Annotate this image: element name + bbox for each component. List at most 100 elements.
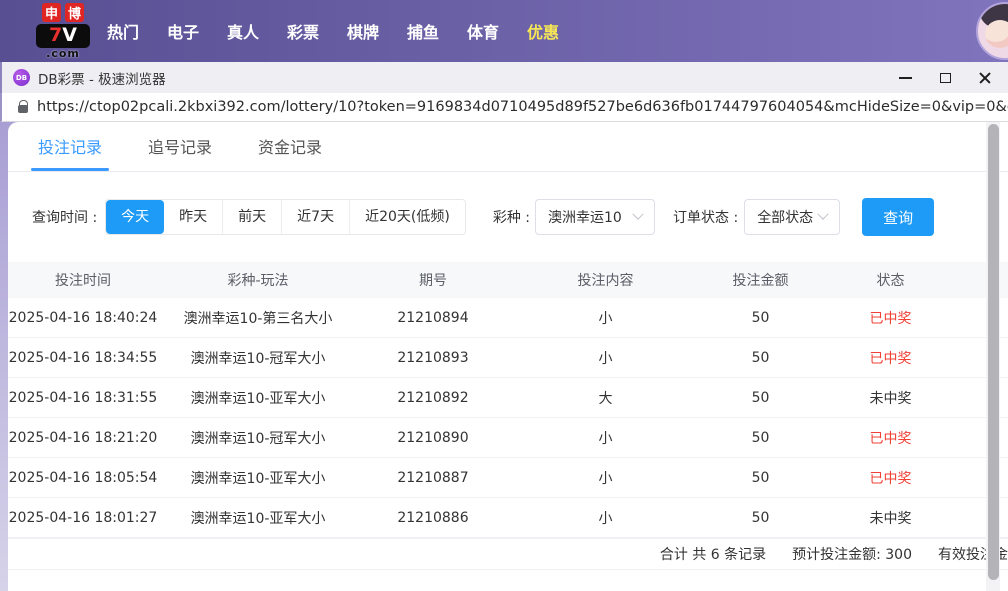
user-avatar[interactable] bbox=[976, 2, 1008, 60]
record-tabs: 投注记录 追号记录 资金记录 bbox=[8, 122, 1008, 172]
table-row: 2025-04-16 18:31:55澳洲幸运10-亚军大小21210892大5… bbox=[8, 378, 1008, 418]
cell-game: 澳洲幸运10-冠军大小 bbox=[158, 428, 358, 448]
vertical-scrollbar bbox=[986, 122, 1000, 591]
maximize-button[interactable] bbox=[934, 67, 956, 89]
logo-square-2: 博 bbox=[65, 3, 84, 22]
cell-status: 已中奖 bbox=[818, 468, 963, 488]
table-header-row: 投注时间 彩种-玩法 期号 投注内容 投注金额 状态 bbox=[8, 262, 1008, 298]
cell-content: 大 bbox=[508, 388, 703, 408]
logo-com: .com bbox=[46, 47, 80, 60]
cell-game: 澳洲幸运10-亚军大小 bbox=[158, 468, 358, 488]
content-card: 投注记录 追号记录 资金记录 查询时间 : 今天昨天前天近7天近20天(低频) … bbox=[8, 122, 1008, 591]
cell-game: 澳洲幸运10-亚军大小 bbox=[158, 388, 358, 408]
lock-icon bbox=[18, 105, 28, 113]
site-logo[interactable]: 申 博 7V .com bbox=[34, 3, 92, 60]
time-option-last-7[interactable]: 近7天 bbox=[281, 200, 349, 234]
minimize-button[interactable] bbox=[894, 67, 916, 89]
header-period: 期号 bbox=[358, 270, 508, 290]
time-option-yesterday[interactable]: 昨天 bbox=[164, 200, 222, 234]
cell-amount: 50 bbox=[703, 470, 818, 486]
time-option-today[interactable]: 今天 bbox=[106, 200, 164, 234]
cell-period: 21210894 bbox=[358, 310, 508, 326]
cell-period: 21210886 bbox=[358, 510, 508, 526]
lottery-filter-label: 彩种 : bbox=[493, 207, 530, 227]
cell-status: 未中奖 bbox=[818, 508, 963, 528]
cell-game: 澳洲幸运10-亚军大小 bbox=[158, 508, 358, 528]
url-text: https://ctop02pcali.2kbxi392.com/lottery… bbox=[37, 99, 1008, 115]
app-icon: DB bbox=[13, 69, 30, 86]
cell-status: 已中奖 bbox=[818, 428, 963, 448]
table-row: 2025-04-16 18:40:24澳洲幸运10-第三名大小21210894小… bbox=[8, 298, 1008, 338]
cell-content: 小 bbox=[508, 348, 703, 368]
cell-amount: 50 bbox=[703, 310, 818, 326]
table-row: 2025-04-16 18:21:20澳洲幸运10-冠军大小21210890小5… bbox=[8, 418, 1008, 458]
cell-time: 2025-04-16 18:01:27 bbox=[8, 510, 158, 526]
nav-item-live[interactable]: 真人 bbox=[227, 19, 259, 43]
header-bet-amount: 投注金额 bbox=[703, 270, 818, 290]
page-viewport: 投注记录 追号记录 资金记录 查询时间 : 今天昨天前天近7天近20天(低频) … bbox=[0, 122, 1008, 591]
status-filter-label: 订单状态 : bbox=[673, 207, 738, 227]
tab-chase-records[interactable]: 追号记录 bbox=[148, 122, 212, 171]
cell-period: 21210890 bbox=[358, 430, 508, 446]
nav-item-fishing[interactable]: 捕鱼 bbox=[407, 19, 439, 43]
scrollbar-thumb[interactable] bbox=[988, 124, 999, 580]
nav-item-board[interactable]: 棋牌 bbox=[347, 19, 379, 43]
cell-amount: 50 bbox=[703, 350, 818, 366]
summary-total: 合计 共 6 条记录 bbox=[660, 544, 766, 564]
nav-item-hot[interactable]: 热门 bbox=[107, 19, 139, 43]
summary-expected-amount: 预计投注金额: 300 bbox=[792, 544, 912, 564]
screen: 申 博 7V .com 热门 电子 真人 彩票 棋牌 捕鱼 体育 优惠 DB DB彩票 - 极… bbox=[0, 0, 1008, 591]
time-option-day-before[interactable]: 前天 bbox=[222, 200, 281, 234]
cell-period: 21210892 bbox=[358, 390, 508, 406]
cell-time: 2025-04-16 18:21:20 bbox=[8, 430, 158, 446]
cell-amount: 50 bbox=[703, 390, 818, 406]
cell-content: 小 bbox=[508, 508, 703, 528]
table-row: 2025-04-16 18:05:54澳洲幸运10-亚军大小21210887小5… bbox=[8, 458, 1008, 498]
time-option-last-20[interactable]: 近20天(低频) bbox=[349, 200, 465, 234]
logo-7v: 7V bbox=[36, 24, 90, 48]
logo-squares: 申 博 bbox=[42, 3, 84, 22]
cell-time: 2025-04-16 18:31:55 bbox=[8, 390, 158, 406]
close-button[interactable] bbox=[974, 67, 996, 89]
tab-bet-records[interactable]: 投注记录 bbox=[38, 122, 102, 171]
header-game-play: 彩种-玩法 bbox=[158, 270, 358, 290]
cell-time: 2025-04-16 18:05:54 bbox=[8, 470, 158, 486]
window-title: DB彩票 - 极速浏览器 bbox=[38, 68, 166, 88]
cell-game: 澳洲幸运10-冠军大小 bbox=[158, 348, 358, 368]
chevron-down-icon bbox=[818, 209, 829, 220]
chevron-down-icon bbox=[632, 209, 643, 220]
nav-item-lottery[interactable]: 彩票 bbox=[287, 19, 319, 43]
cell-status: 已中奖 bbox=[818, 308, 963, 328]
cell-amount: 50 bbox=[703, 510, 818, 526]
order-status-select[interactable]: 全部状态 bbox=[744, 199, 840, 235]
tab-fund-records[interactable]: 资金记录 bbox=[258, 122, 322, 171]
window-titlebar: DB DB彩票 - 极速浏览器 bbox=[0, 62, 1008, 93]
minimize-icon bbox=[899, 77, 912, 79]
cell-period: 21210893 bbox=[358, 350, 508, 366]
status-select-value: 全部状态 bbox=[757, 207, 813, 227]
header-bet-time: 投注时间 bbox=[8, 270, 158, 290]
cell-time: 2025-04-16 18:40:24 bbox=[8, 310, 158, 326]
query-button[interactable]: 查询 bbox=[862, 198, 934, 236]
nav-item-promo[interactable]: 优惠 bbox=[527, 19, 559, 43]
site-nav: 热门 电子 真人 彩票 棋牌 捕鱼 体育 优惠 bbox=[107, 19, 559, 43]
lottery-select[interactable]: 澳洲幸运10 bbox=[535, 199, 655, 235]
cell-period: 21210887 bbox=[358, 470, 508, 486]
site-navbar: 申 博 7V .com 热门 电子 真人 彩票 棋牌 捕鱼 体育 优惠 bbox=[0, 0, 1008, 62]
table-row: 2025-04-16 18:34:55澳洲幸运10-冠军大小21210893小5… bbox=[8, 338, 1008, 378]
table-body: 2025-04-16 18:40:24澳洲幸运10-第三名大小21210894 小… bbox=[8, 298, 1008, 538]
bet-records-table: 投注时间 彩种-玩法 期号 投注内容 投注金额 状态 2025-04-16 18… bbox=[8, 262, 1008, 570]
window-controls bbox=[894, 67, 996, 89]
cell-content: 小 bbox=[508, 468, 703, 488]
cell-game: 澳洲幸运10-第三名大小 bbox=[158, 308, 358, 328]
nav-item-electronic[interactable]: 电子 bbox=[167, 19, 199, 43]
browser-address-bar[interactable]: https://ctop02pcali.2kbxi392.com/lottery… bbox=[0, 93, 1008, 122]
time-range-group: 今天昨天前天近7天近20天(低频) bbox=[105, 199, 466, 235]
cell-time: 2025-04-16 18:34:55 bbox=[8, 350, 158, 366]
time-filter-label: 查询时间 : bbox=[32, 207, 97, 227]
header-status: 状态 bbox=[818, 270, 963, 290]
filter-bar: 查询时间 : 今天昨天前天近7天近20天(低频) 彩种 : 澳洲幸运10 订单状… bbox=[8, 198, 1008, 236]
nav-item-sports[interactable]: 体育 bbox=[467, 19, 499, 43]
cell-content: 小 bbox=[508, 428, 703, 448]
lottery-select-value: 澳洲幸运10 bbox=[548, 207, 622, 227]
